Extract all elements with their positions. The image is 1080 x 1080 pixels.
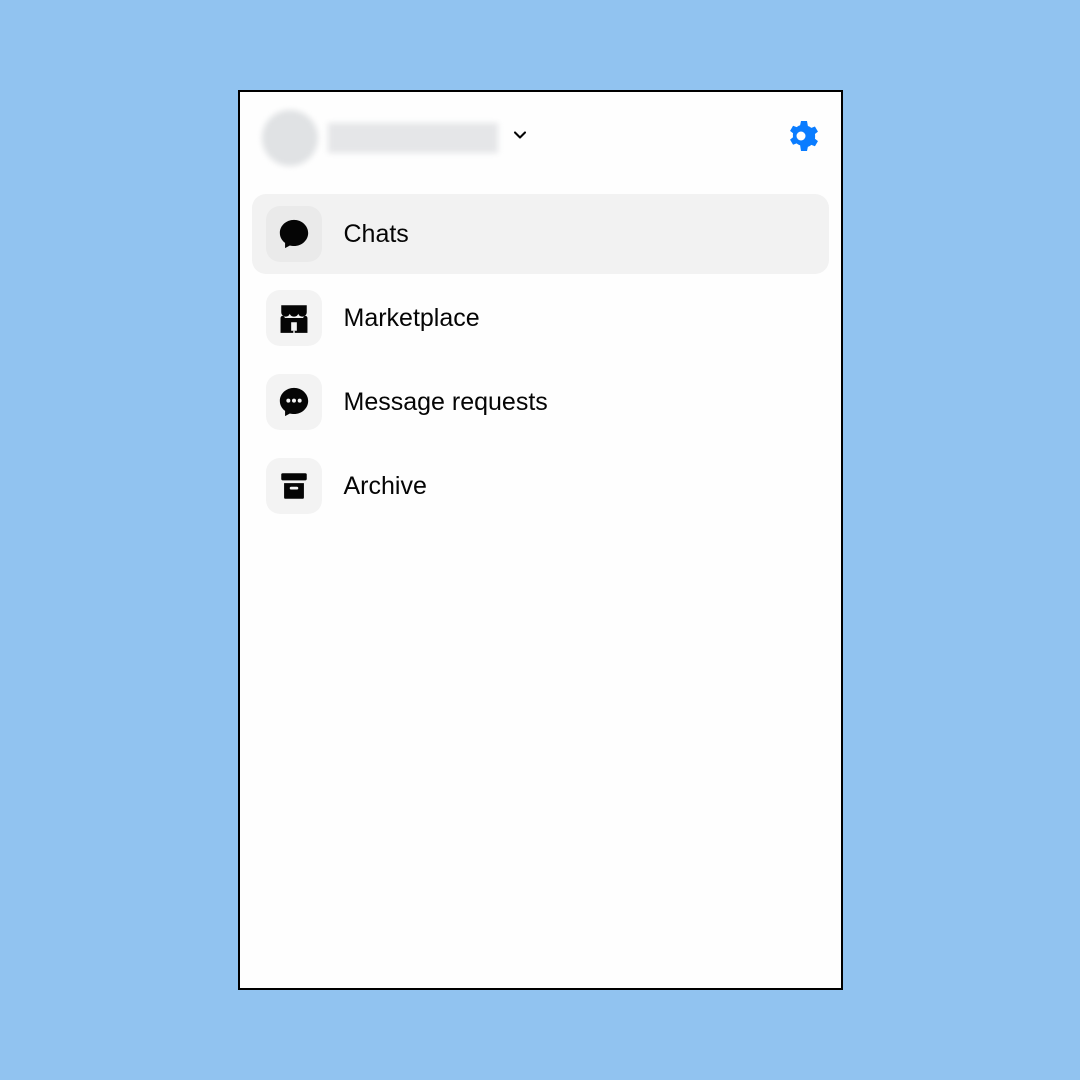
avatar [262, 110, 318, 166]
menu-item-label: Chats [344, 220, 409, 249]
settings-button[interactable] [783, 118, 819, 159]
menu-item-message-requests[interactable]: Message requests [252, 362, 829, 442]
gear-icon [783, 141, 819, 158]
archive-icon [266, 458, 322, 514]
marketplace-icon [266, 290, 322, 346]
menu-item-archive[interactable]: Archive [252, 446, 829, 526]
message-requests-icon [266, 374, 322, 430]
menu-item-marketplace[interactable]: Marketplace [252, 278, 829, 358]
chevron-down-icon [510, 125, 530, 151]
menu-item-label: Archive [344, 472, 427, 501]
account-name-redacted [328, 123, 498, 153]
chat-icon [266, 206, 322, 262]
menu-item-chats[interactable]: Chats [252, 194, 829, 274]
menu: Chats Marketplace [252, 186, 829, 534]
messenger-menu-panel: Chats Marketplace [238, 90, 843, 990]
menu-item-label: Marketplace [344, 304, 480, 333]
header [252, 110, 829, 186]
menu-item-label: Message requests [344, 388, 548, 417]
account-switcher[interactable] [262, 110, 530, 166]
